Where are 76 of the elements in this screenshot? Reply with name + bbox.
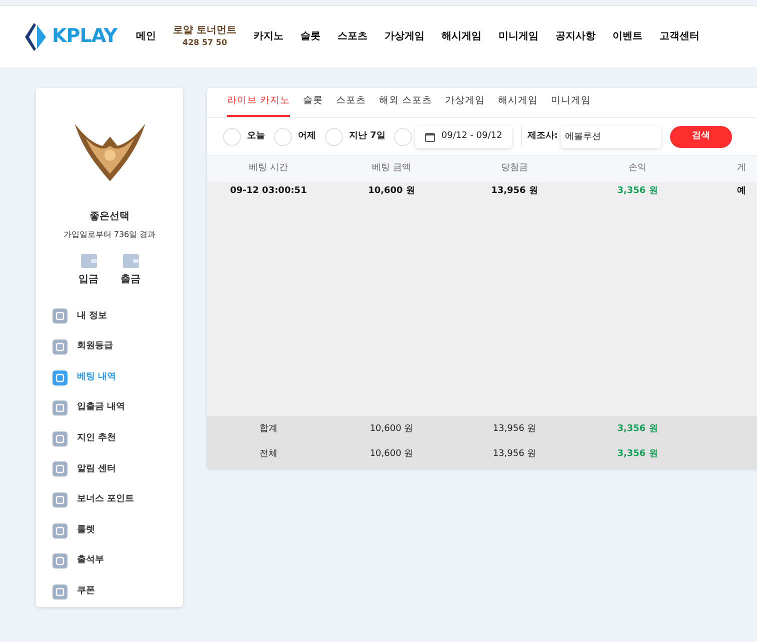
logo-text: KPLAY bbox=[52, 24, 118, 50]
tab[interactable]: 미니게임 bbox=[551, 87, 592, 117]
radio-button[interactable] bbox=[274, 128, 292, 146]
wallet-button[interactable]: 입금 bbox=[78, 253, 98, 288]
nav-link[interactable]: 고객센터 bbox=[660, 29, 700, 44]
sidebar-item[interactable]: 출석부 bbox=[52, 546, 183, 576]
calendar-icon bbox=[425, 132, 436, 142]
tile-icon bbox=[52, 461, 68, 478]
sidebar-item[interactable]: 내 정보 bbox=[52, 301, 183, 332]
wallet-icon bbox=[80, 253, 98, 270]
column-header: 베팅 금액 bbox=[371, 162, 412, 176]
tab[interactable]: 해시게임 bbox=[498, 87, 538, 117]
tile-icon bbox=[52, 308, 68, 324]
tile-icon bbox=[52, 400, 68, 416]
sidebar-item[interactable]: 보너스 포인트 bbox=[52, 484, 183, 516]
table-cell-text: 합계 bbox=[258, 422, 278, 436]
sidebar-item[interactable]: 입출금 내역 bbox=[52, 392, 183, 424]
table-cell-text: 13,956 원 bbox=[490, 185, 539, 198]
tab[interactable]: 라이브 카지노 bbox=[227, 87, 290, 117]
sidebar-item[interactable]: 룰렛 bbox=[52, 515, 183, 546]
table-cell-text: 3,356 원 bbox=[616, 448, 659, 461]
table-cell-text: 13,956 원 bbox=[492, 448, 538, 461]
nav-link[interactable]: 미니게임 bbox=[498, 29, 539, 44]
tab[interactable]: 슬롯 bbox=[303, 87, 324, 117]
nav-link[interactable]: 공지사항 bbox=[556, 29, 596, 44]
nav-link[interactable]: 슬롯 bbox=[300, 29, 321, 44]
radio-label: 어제 bbox=[298, 130, 316, 143]
wallet-icon bbox=[122, 253, 140, 270]
radio-button[interactable] bbox=[223, 128, 241, 146]
maker-label: 제조사: bbox=[527, 130, 558, 143]
table-cell-text: 13,956 원 bbox=[492, 422, 538, 436]
maker-field[interactable]: 에볼루션 bbox=[560, 126, 661, 148]
column-header: 베팅 시간 bbox=[248, 162, 289, 176]
sidebar-item[interactable]: 쿠폰 bbox=[52, 576, 183, 607]
date-range-field[interactable]: 09/12 - 09/12 bbox=[415, 126, 512, 148]
nav-link[interactable]: 메인 bbox=[136, 29, 156, 44]
tile-icon bbox=[52, 492, 68, 508]
table-cell-text: 3,356 원 bbox=[616, 422, 659, 436]
nav-link[interactable]: 이벤트 bbox=[612, 29, 643, 44]
tile-icon bbox=[52, 522, 68, 539]
nav-link[interactable]: 로얄 토너먼트 bbox=[173, 25, 237, 38]
table-cell-text: 전체 bbox=[258, 448, 278, 461]
sidebar-item[interactable]: 회원등급 bbox=[52, 332, 183, 362]
user-name: 좋은선택 bbox=[90, 210, 130, 224]
column-header: 게 bbox=[736, 162, 747, 176]
radio-label: 지난 7일 bbox=[349, 130, 386, 143]
search-button[interactable]: 검색 bbox=[670, 126, 732, 148]
table-cell-text: 10,600 원 bbox=[368, 422, 414, 436]
nav-link[interactable]: 해시게임 bbox=[442, 29, 482, 44]
tab[interactable]: 가상게임 bbox=[445, 87, 486, 117]
nav-link[interactable]: 카지노 bbox=[254, 29, 284, 44]
tile-icon bbox=[52, 430, 68, 447]
column-header: 당첨금 bbox=[500, 162, 529, 176]
countdown-text: 428 57 50 bbox=[182, 38, 228, 48]
nav-link[interactable]: 가상게임 bbox=[384, 29, 425, 44]
sidebar-item[interactable]: 알림 센터 bbox=[52, 454, 183, 485]
member-since: 가입일로부터 736일 경과 bbox=[63, 229, 156, 242]
tile-icon bbox=[52, 553, 68, 570]
tile-icon bbox=[52, 370, 68, 386]
table-cell-text: 예 bbox=[736, 185, 747, 198]
tab[interactable]: 해외 스포츠 bbox=[379, 87, 432, 117]
table-cell-text: 3,356 원 bbox=[616, 185, 659, 198]
radio-button[interactable] bbox=[325, 128, 343, 146]
sidebar-item[interactable]: 지인 추천 bbox=[52, 423, 183, 454]
column-header: 손익 bbox=[628, 162, 648, 176]
radio-label: 오늘 bbox=[247, 130, 265, 143]
radio-button[interactable] bbox=[394, 128, 412, 146]
wallet-button[interactable]: 출금 bbox=[120, 253, 140, 288]
table-cell-text: 10,600 원 bbox=[367, 185, 416, 198]
table-cell-text: 10,600 원 bbox=[368, 448, 414, 461]
tile-icon bbox=[52, 338, 68, 355]
tile-icon bbox=[52, 584, 68, 600]
table-cell-text: 09-12 03:00:51 bbox=[229, 185, 308, 198]
tab[interactable]: 스포츠 bbox=[336, 87, 366, 117]
nav-link[interactable]: 스포츠 bbox=[338, 29, 368, 44]
logo-icon bbox=[24, 22, 48, 52]
